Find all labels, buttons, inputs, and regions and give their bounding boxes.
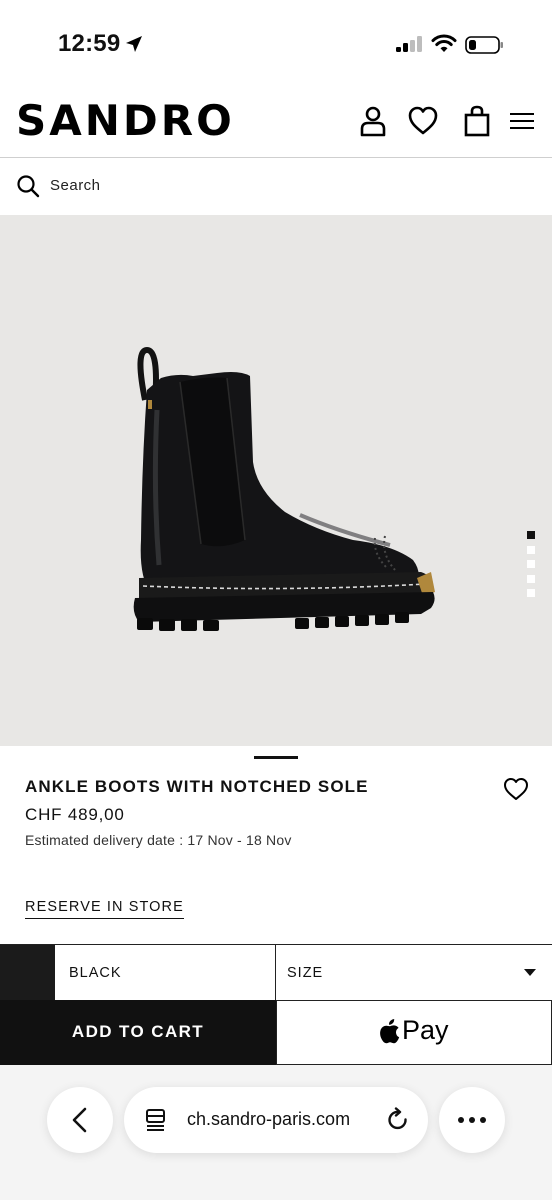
gallery-dot[interactable] xyxy=(527,560,535,568)
product-image-gallery[interactable] xyxy=(0,215,552,746)
page-menu-icon xyxy=(146,1109,165,1131)
product-price: CHF 489,00 xyxy=(25,805,125,824)
delivery-estimate: Estimated delivery date : 17 Nov - 18 No… xyxy=(25,832,292,848)
brand-logo[interactable]: SANDRO xyxy=(16,96,235,145)
apple-pay-label: Pay xyxy=(402,1015,449,1045)
wifi-icon xyxy=(431,34,457,52)
url-text: ch.sandro-paris.com xyxy=(187,1109,351,1129)
add-to-cart-button[interactable]: ADD TO CART xyxy=(0,1000,276,1065)
address-bar[interactable]: ch.sandro-paris.com xyxy=(124,1087,428,1153)
size-dropdown[interactable]: SIZE xyxy=(276,945,552,1001)
hamburger-menu-icon[interactable] xyxy=(506,104,538,138)
apple-logo-icon xyxy=(380,1019,400,1044)
add-to-wishlist-heart-icon[interactable] xyxy=(503,776,529,802)
add-to-cart-label: ADD TO CART xyxy=(71,1022,205,1041)
color-selector[interactable]: BLACK xyxy=(55,945,276,1001)
product-title: ANKLE BOOTS WITH NOTCHED SOLE xyxy=(25,777,369,796)
browser-toolbar: ch.sandro-paris.com xyxy=(0,1065,552,1200)
browser-back-button[interactable] xyxy=(47,1087,113,1153)
status-time: 12:59 xyxy=(58,30,121,57)
ellipsis-icon xyxy=(458,1117,486,1123)
color-label: BLACK xyxy=(69,965,122,981)
variant-selector-row: BLACK SIZE xyxy=(0,944,552,1001)
slide-indicator xyxy=(254,756,298,759)
size-label: SIZE xyxy=(287,965,324,981)
battery-icon xyxy=(465,36,503,54)
reserve-in-store-link[interactable]: RESERVE IN STORE xyxy=(25,899,184,919)
color-swatch[interactable] xyxy=(0,945,55,1001)
gallery-dot[interactable] xyxy=(527,531,535,539)
gallery-dot[interactable] xyxy=(527,574,535,583)
account-icon[interactable] xyxy=(357,104,389,138)
site-header: SANDRO xyxy=(0,90,552,158)
search-bar[interactable]: Search xyxy=(0,158,552,215)
apple-pay-button[interactable]: Pay xyxy=(276,1000,552,1065)
caret-down-icon xyxy=(524,969,536,976)
more-options-button[interactable] xyxy=(439,1087,505,1153)
location-arrow-icon xyxy=(126,36,142,52)
search-input[interactable]: Search xyxy=(50,177,101,194)
search-icon xyxy=(17,175,40,198)
chevron-left-icon xyxy=(72,1107,87,1133)
status-bar: 12:59 xyxy=(0,0,552,90)
wishlist-heart-icon[interactable] xyxy=(407,104,439,138)
gallery-pagination[interactable] xyxy=(527,531,537,604)
product-image-boot xyxy=(133,346,435,631)
reload-icon[interactable] xyxy=(385,1107,411,1133)
gallery-dot[interactable] xyxy=(527,545,535,554)
gallery-dot[interactable] xyxy=(527,589,535,597)
shopping-bag-icon[interactable] xyxy=(461,104,493,138)
cellular-signal-icon xyxy=(396,36,422,52)
